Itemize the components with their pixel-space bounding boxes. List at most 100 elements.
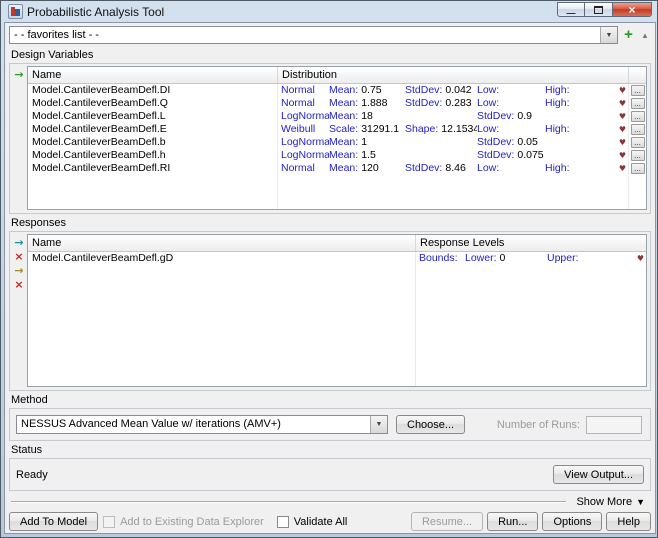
responses-header: Name Response Levels [28,235,646,252]
row-controls-cell: ... [629,162,646,175]
row-marker-icon[interactable]: ♥ [619,149,626,162]
add-variable-icon[interactable]: → [14,69,23,80]
favorites-dropdown-button[interactable]: ▼ [600,27,617,43]
column-header-response-levels[interactable]: Response Levels [416,235,646,251]
window-controls: — × [557,2,652,17]
resume-button: Resume... [411,512,483,531]
add-response-icon[interactable]: → [14,237,23,248]
distribution-type: LogNormal [281,136,329,149]
variable-name-cell: Model.CantileverBeamDefl.L [28,110,278,123]
variable-name-cell: Model.CantileverBeamDefl.b [28,136,278,149]
response-levels-cell: Bounds: Lower:0 Upper: ♥ [416,252,646,265]
design-variable-row[interactable]: Model.CantileverBeamDefl.h LogNormal Mea… [28,149,646,162]
edit-distribution-button[interactable]: ... [631,137,645,148]
add-response-level-icon[interactable]: → [14,265,23,276]
row-controls-cell: ... [629,123,646,136]
number-of-runs-input [586,416,642,434]
response-row[interactable]: Model.CantileverBeamDefl.gD Bounds: Lowe… [28,252,646,265]
chevron-down-icon: ▼ [606,32,613,39]
design-variables-header: Name Distribution [28,67,646,84]
distribution-cell: LogNormal Mean:18 StdDev:0.9 ♥ [278,110,629,123]
minimize-button[interactable]: — [557,2,585,17]
window-title: Probabilistic Analysis Tool [27,5,164,19]
row-marker-icon[interactable]: ♥ [619,162,626,175]
distribution-type: Normal [281,162,329,175]
close-icon: × [628,3,635,17]
help-button[interactable]: Help [606,512,651,531]
design-variable-row[interactable]: Model.CantileverBeamDefl.E Weibull Scale… [28,123,646,136]
column-header-distribution[interactable]: Distribution [278,67,629,83]
variable-name-cell: Model.CantileverBeamDefl.DI [28,84,278,97]
method-selected-value: NESSUS Advanced Mean Value w/ iterations… [17,416,370,433]
choose-method-button[interactable]: Choose... [396,415,465,434]
add-existing-checkbox [103,516,115,528]
design-variables-label: Design Variables [11,49,651,61]
design-variable-row[interactable]: Model.CantileverBeamDefl.DI Normal Mean:… [28,84,646,97]
design-variables-table: Name Distribution Model.CantileverBeamDe… [27,66,647,210]
design-variables-gutter: → [11,66,27,210]
row-marker-icon[interactable]: ♥ [619,84,626,97]
chevron-down-icon: ▼ [376,421,383,428]
edit-distribution-button[interactable]: ... [631,85,645,96]
show-more-row: Show More ▼ [9,495,651,509]
action-buttons: Resume... Run... Options Help [411,512,651,531]
app-icon-shape [15,9,20,16]
edit-distribution-button[interactable]: ... [631,150,645,161]
edit-distribution-button[interactable]: ... [631,163,645,174]
method-combobox[interactable]: NESSUS Advanced Mean Value w/ iterations… [16,415,388,434]
distribution-cell: Normal Mean:1.888 StdDev:0.283 Low: High… [278,97,629,110]
delete-response-icon[interactable]: × [14,251,23,262]
distribution-type: Normal [281,84,329,97]
variable-name-cell: Model.CantileverBeamDefl.Q [28,97,278,110]
client-area: - - favorites list - - ▼ + ▲ Design Vari… [4,22,656,534]
method-dropdown-button[interactable]: ▼ [370,416,387,433]
minimize-icon: — [567,10,576,16]
options-button[interactable]: Options [542,512,602,531]
row-marker-icon[interactable]: ♥ [619,123,626,136]
distribution-cell: LogNormal Mean:1 StdDev:0.05 ♥ [278,136,629,149]
column-header-name[interactable]: Name [28,235,416,251]
show-more-toggle[interactable]: Show More ▼ [576,496,651,508]
row-marker-icon[interactable]: ♥ [619,97,626,110]
validate-all-label: Validate All [294,516,348,528]
row-marker-icon[interactable]: ♥ [637,252,644,265]
app-icon [8,4,23,19]
add-to-model-button[interactable]: Add To Model [9,512,98,531]
favorites-combobox[interactable]: - - favorites list - - ▼ [9,26,618,44]
view-output-button[interactable]: View Output... [553,465,644,484]
responses-label: Responses [11,217,651,229]
design-variables-rows: Model.CantileverBeamDefl.DI Normal Mean:… [28,84,646,175]
responses-group: → × → × Name Response Levels Model.Canti… [9,231,651,391]
delete-response-level-icon[interactable]: × [14,279,23,290]
add-favorite-icon[interactable]: + [622,28,635,42]
row-controls-cell: ... [629,136,646,149]
favorites-row: - - favorites list - - ▼ + ▲ [9,26,651,44]
design-variables-group: → Name Distribution Model.CantileverBeam… [9,63,651,214]
validate-all-checkbox[interactable] [277,516,289,528]
collapse-panel-icon[interactable]: ▲ [639,31,651,40]
distribution-cell: LogNormal Mean:1.5 StdDev:0.075 ♥ [278,149,629,162]
run-button[interactable]: Run... [487,512,538,531]
edit-distribution-button[interactable]: ... [631,111,645,122]
design-variable-row[interactable]: Model.CantileverBeamDefl.L LogNormal Mea… [28,110,646,123]
maximize-button[interactable] [585,2,612,17]
design-variable-row[interactable]: Model.CantileverBeamDefl.Q Normal Mean:1… [28,97,646,110]
distribution-type: LogNormal [281,110,329,123]
row-marker-icon[interactable]: ♥ [619,110,626,123]
design-variables-empty-area [28,175,646,209]
titlebar[interactable]: Probabilistic Analysis Tool — × [4,1,654,22]
design-variable-row[interactable]: Model.CantileverBeamDefl.RI Normal Mean:… [28,162,646,175]
edit-distribution-button[interactable]: ... [631,124,645,135]
responses-rows: Model.CantileverBeamDefl.gD Bounds: Lowe… [28,252,646,265]
responses-empty-area [28,265,646,386]
chevron-down-icon: ▼ [636,497,645,507]
edit-distribution-button[interactable]: ... [631,98,645,109]
variable-name-cell: Model.CantileverBeamDefl.RI [28,162,278,175]
close-button[interactable]: × [612,2,652,17]
responses-gutter: → × → × [11,234,27,387]
column-header-name[interactable]: Name [28,67,278,83]
design-variable-row[interactable]: Model.CantileverBeamDefl.b LogNormal Mea… [28,136,646,149]
row-marker-icon[interactable]: ♥ [619,136,626,149]
responses-table: Name Response Levels Model.CantileverBea… [27,234,647,387]
row-controls-cell: ... [629,97,646,110]
